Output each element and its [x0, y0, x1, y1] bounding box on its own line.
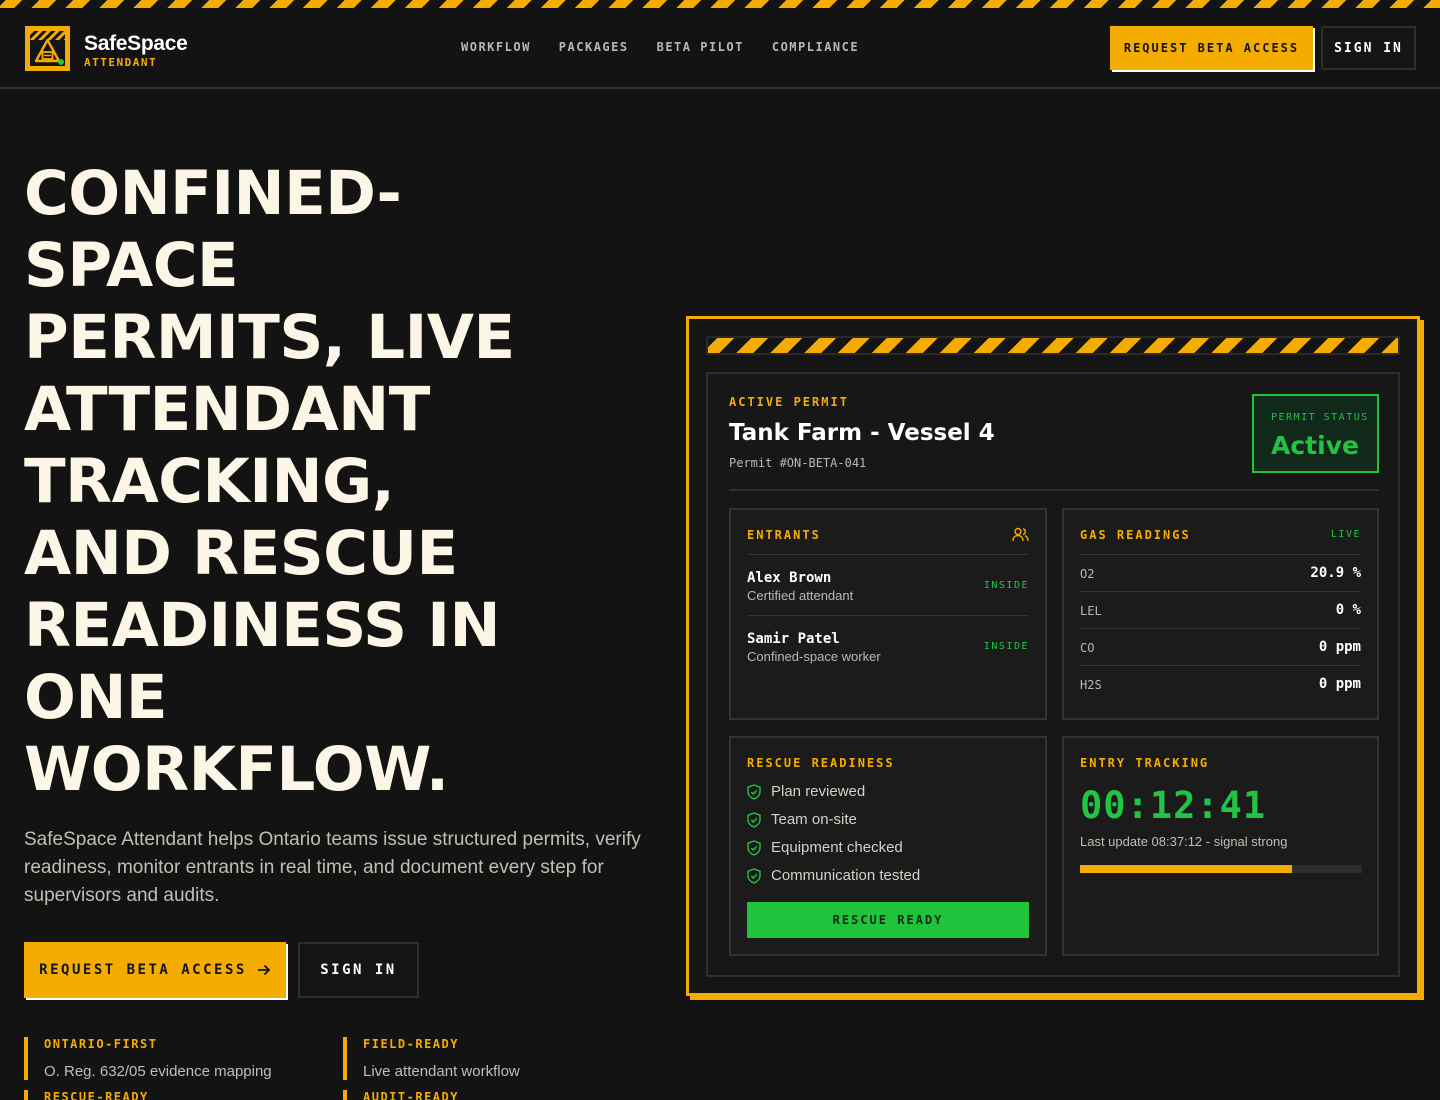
header-request-access-button[interactable]: REQUEST BETA ACCESS [1110, 26, 1313, 70]
signal-progress-bar [1080, 865, 1362, 873]
permit-card: ACTIVE PERMIT Tank Farm - Vessel 4 Permi… [706, 372, 1400, 977]
hazard-stripe [706, 336, 1400, 355]
gas-name: LEL [1080, 604, 1102, 618]
header-sign-in-button[interactable]: SIGN IN [1321, 26, 1416, 70]
feature-description: O. Reg. 632/05 evidence mapping [44, 1063, 272, 1080]
arrow-right-icon [257, 964, 271, 976]
feature-audit-ready: AUDIT-READY [343, 1090, 459, 1100]
brand-name: SafeSpace [84, 32, 188, 55]
last-update-text: Last update 08:37:12 - signal strong [1080, 834, 1288, 849]
users-icon [1012, 527, 1029, 542]
checklist-item: Equipment checked [747, 839, 903, 856]
nav-packages[interactable]: PACKAGES [559, 40, 629, 54]
entrants-label: ENTRANTS [747, 528, 821, 542]
entrant-name: Alex Brown [747, 570, 832, 586]
entrants-card: ENTRANTS Alex Brown Certified attendant … [729, 508, 1047, 720]
hero-title-line: WORKFLOW. [24, 734, 449, 805]
main-nav: WORKFLOW PACKAGES BETA PILOT COMPLIANCE [461, 40, 859, 54]
hero-description: SafeSpace Attendant helps Ontario teams … [24, 829, 641, 906]
gas-name: CO [1080, 641, 1095, 655]
checklist-item: Plan reviewed [747, 783, 865, 800]
hero-title-line: ONE [24, 662, 168, 733]
hero-title-line: AND RESCUE [24, 518, 458, 589]
request-beta-access-button[interactable]: REQUEST BETA ACCESS [24, 942, 286, 998]
shield-check-icon [747, 867, 761, 884]
feature-description: Live attendant workflow [363, 1063, 520, 1080]
gas-readings-card: GAS READINGS LIVE O2 20.9 % LEL 0 % CO 0… [1062, 508, 1379, 720]
permit-dashboard-panel: ACTIVE PERMIT Tank Farm - Vessel 4 Permi… [686, 316, 1420, 996]
checklist-item: Communication tested [747, 867, 920, 884]
entry-timer: 00:12:41 [1080, 784, 1267, 827]
entrant-status-badge: INSIDE [983, 580, 1029, 591]
checklist-item: Team on-site [747, 811, 857, 828]
row-divider [1080, 554, 1361, 555]
shield-check-icon [747, 811, 761, 828]
nav-compliance[interactable]: COMPLIANCE [772, 40, 859, 54]
feature-title: FIELD-READY [363, 1037, 459, 1051]
permit-status-value: Active [1271, 431, 1359, 460]
entry-tracking-card: ENTRY TRACKING 00:12:41 Last update 08:3… [1062, 736, 1379, 956]
gas-name: H2S [1080, 678, 1102, 692]
permit-number: Permit #ON-BETA-041 [729, 456, 867, 470]
feature-ontario-first: ONTARIO-FIRST O. Reg. 632/05 evidence ma… [24, 1037, 272, 1080]
rescue-ready-button[interactable]: RESCUE READY [747, 902, 1029, 938]
row-divider [1080, 628, 1361, 629]
hero-title-line: READINESS IN [24, 590, 501, 661]
row-divider [1080, 665, 1361, 666]
entrant-role: Confined-space worker [747, 649, 881, 664]
nav-beta-pilot[interactable]: BETA PILOT [657, 40, 744, 54]
feature-title: ONTARIO-FIRST [44, 1037, 158, 1051]
sign-in-button[interactable]: SIGN IN [298, 942, 419, 998]
request-beta-access-label: REQUEST BETA ACCESS [39, 962, 247, 978]
signal-progress-fill [1080, 865, 1292, 873]
row-divider [747, 615, 1029, 616]
logo-inner [30, 31, 65, 66]
logo[interactable] [25, 26, 70, 71]
hero-title-line: ATTENDANT [24, 374, 430, 445]
hazard-stripe-top [0, 0, 1440, 8]
gas-name: O2 [1080, 567, 1095, 581]
feature-rescue-ready: RESCUE-READY [24, 1090, 149, 1100]
checklist-item-label: Equipment checked [771, 839, 903, 856]
gas-value: 20.9 % [1310, 565, 1361, 581]
active-permit-label: ACTIVE PERMIT [729, 395, 849, 409]
gas-value: 0 % [1335, 602, 1361, 618]
hero-title: CONFINED- SPACE PERMITS, LIVE ATTENDANT … [24, 158, 674, 806]
rescue-readiness-label: RESCUE READINESS [747, 756, 895, 770]
hero-title-line: PERMITS, LIVE [24, 302, 515, 373]
shield-check-icon [747, 839, 761, 856]
checklist-item-label: Team on-site [771, 811, 857, 828]
permit-title: Tank Farm - Vessel 4 [729, 420, 995, 446]
brand-subtitle: ATTENDANT [84, 56, 158, 69]
hero-title-line: SPACE [24, 230, 239, 301]
hero-title-line: TRACKING, [24, 446, 395, 517]
gas-value: 0 ppm [1318, 639, 1361, 655]
nav-workflow[interactable]: WORKFLOW [461, 40, 531, 54]
permit-status-label: PERMIT STATUS [1271, 412, 1369, 423]
feature-field-ready: FIELD-READY Live attendant workflow [343, 1037, 520, 1080]
checklist-item-label: Plan reviewed [771, 783, 866, 800]
entrant-status-badge: INSIDE [983, 641, 1029, 652]
hero-title-line: CONFINED- [24, 158, 402, 229]
entrant-role: Certified attendant [747, 588, 854, 603]
hazard-warning-icon [30, 31, 65, 65]
site-header: SafeSpace ATTENDANT WORKFLOW PACKAGES BE… [0, 8, 1440, 89]
row-divider [747, 554, 1029, 555]
entry-tracking-label: ENTRY TRACKING [1080, 756, 1210, 770]
gas-readings-label: GAS READINGS [1080, 528, 1191, 542]
feature-title: AUDIT-READY [363, 1090, 459, 1100]
live-badge: LIVE [1330, 529, 1361, 540]
feature-title: RESCUE-READY [44, 1090, 149, 1100]
permit-status-badge: PERMIT STATUS Active [1252, 394, 1379, 473]
checklist-item-label: Communication tested [771, 867, 921, 884]
shield-check-icon [747, 783, 761, 800]
entrant-name: Samir Patel [747, 631, 840, 647]
divider [729, 489, 1379, 491]
rescue-readiness-card: RESCUE READINESS Plan reviewed Team on-s… [729, 736, 1047, 956]
row-divider [1080, 591, 1361, 592]
gas-value: 0 ppm [1318, 676, 1361, 692]
